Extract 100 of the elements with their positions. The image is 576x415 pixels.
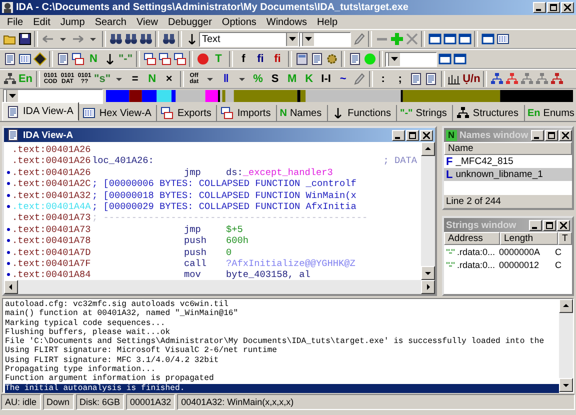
collapsed-function-text: ; [00000029 BYTES: COLLAPSED FUNCTION AfxInitia <box>92 200 358 212</box>
column-header[interactable]: T <box>558 232 572 245</box>
minimize-button[interactable] <box>529 220 542 230</box>
scroll-right-button[interactable] <box>421 280 435 294</box>
minimize-button[interactable] <box>392 130 405 140</box>
address-text: .text:00401A4A <box>12 200 92 212</box>
maximize-icon <box>550 4 557 11</box>
toolbar-glyph-button[interactable]: × <box>160 70 178 88</box>
tab[interactable]: En Enums <box>524 105 576 121</box>
arrow-right-icon <box>424 283 432 291</box>
menu-item[interactable]: Help <box>312 16 343 28</box>
tab-glyph-icon: N <box>280 108 287 118</box>
menu-item[interactable]: Search <box>90 16 132 28</box>
toolbar-dropdown[interactable]: Text <box>199 32 299 46</box>
table-cell: C <box>555 260 562 270</box>
toolbar-glyph-button[interactable]: : <box>374 70 392 88</box>
type-letter: F <box>446 156 453 168</box>
column-header[interactable]: Address <box>444 232 500 245</box>
window-icon <box>458 32 472 46</box>
navigation-band-drawing[interactable] <box>106 90 573 102</box>
menu-item[interactable]: Windows <box>261 16 312 28</box>
toolbar-glyph-button[interactable]: f <box>235 50 252 68</box>
address-text: .text:00401A73 <box>12 212 92 224</box>
mnemonic-text: push <box>184 246 208 258</box>
maximize-icon <box>548 132 556 138</box>
address-text: .text:00401A26 <box>12 166 92 178</box>
binoculars-icon <box>108 32 122 46</box>
maximize-icon <box>409 132 416 138</box>
line-count-text: Line 2 of 244 <box>445 195 502 208</box>
maximize-button[interactable] <box>545 130 558 140</box>
scroll-up-button[interactable] <box>559 299 573 313</box>
grid-icon <box>82 106 96 120</box>
toolbar-glyph-button[interactable]: fi <box>252 50 269 68</box>
vertical-scrollbar[interactable] <box>559 299 573 392</box>
table-cell-text: 00000012 <box>498 260 540 270</box>
table-cell: .rdata:0... <box>457 246 495 256</box>
tab[interactable]: Hex View-A <box>79 105 158 121</box>
document-icon <box>310 52 324 66</box>
toolbar-glyph-button[interactable]: ~ <box>334 70 352 88</box>
toolbar-glyph-button[interactable]: = <box>126 70 144 88</box>
window-title: Strings window <box>446 220 518 230</box>
tab[interactable]: "-" Strings <box>396 105 453 121</box>
tab[interactable]: IDA View-A <box>2 102 80 121</box>
toolbar-glyph-button[interactable]: S <box>266 70 284 88</box>
toolbar-glyph-button[interactable]: fi <box>269 50 286 68</box>
tab[interactable]: Functions <box>328 105 397 121</box>
minimize-button[interactable] <box>531 130 544 140</box>
toolbar-glyph-button[interactable]: ; <box>392 70 409 88</box>
log-line: Function argument information is propagated <box>5 374 215 384</box>
close-button[interactable] <box>420 130 433 140</box>
tab[interactable]: Exports <box>157 105 218 121</box>
close-button[interactable] <box>557 220 570 230</box>
tab[interactable]: Structures <box>452 105 524 121</box>
operand-text: byte_403158, al <box>226 269 310 280</box>
maximize-button[interactable] <box>547 2 560 13</box>
stacked-windows-icon <box>172 52 186 66</box>
grid-icon <box>496 32 510 46</box>
address-text: .text:00401A78 <box>12 235 92 247</box>
toolbar-glyph-button[interactable]: ‖ <box>218 70 235 88</box>
column-header[interactable]: Length <box>500 232 558 245</box>
address-text: .text:00401A73 <box>12 224 92 236</box>
close-button[interactable] <box>559 130 572 140</box>
toolbar-dropdown[interactable] <box>385 52 437 66</box>
name-text: _MFC42_815 <box>456 156 514 167</box>
operand-text: 600h <box>226 235 249 247</box>
menu-item[interactable]: Jump <box>55 16 90 28</box>
separator-comment: ; ----------------------------------------------- <box>92 212 369 224</box>
menu-item[interactable]: File <box>2 16 28 28</box>
name-row[interactable]: F _MFC42_815 <box>444 155 572 168</box>
menu-item[interactable]: Edit <box>28 16 56 28</box>
window-title: Names window <box>460 130 528 140</box>
menu-item[interactable]: View <box>132 16 163 28</box>
scroll-down-button[interactable] <box>559 378 573 392</box>
collapsed-function-text: ; [00000018 BYTES: COLLAPSED FUNCTION WinMain(x <box>92 190 358 201</box>
scroll-left-button[interactable] <box>4 280 18 294</box>
menu-item[interactable]: Debugger <box>163 16 217 28</box>
toolbar-dropdown[interactable] <box>299 32 351 46</box>
close-icon <box>560 222 567 228</box>
tab[interactable]: Imports <box>217 105 277 121</box>
status-field: 00401A32: WinMain(x,x,x,x) <box>177 394 575 410</box>
log-line: Flushing buffers, please wait...ok <box>5 328 172 337</box>
address-text: .text:00401A32 <box>12 190 92 201</box>
minimize-button[interactable] <box>533 2 546 13</box>
mnemonic-text: mov <box>184 269 202 280</box>
arrow-down-icon <box>424 269 432 277</box>
menu-item[interactable]: Options <box>216 16 262 28</box>
maximize-button[interactable] <box>406 130 419 140</box>
name-row[interactable]: L unknown_libname_1 <box>444 168 572 181</box>
column-header[interactable]: Name <box>444 142 572 155</box>
vertical-scrollbar[interactable] <box>421 142 435 280</box>
maximize-button[interactable] <box>543 220 556 230</box>
horizontal-scrollbar[interactable] <box>4 280 435 294</box>
toolbar-glyph-button[interactable]: I-I <box>318 70 335 88</box>
scroll-up-button[interactable] <box>421 142 435 156</box>
tab[interactable]: N Names <box>276 105 328 121</box>
document-icon <box>2 52 16 66</box>
scroll-down-button[interactable] <box>421 266 435 280</box>
close-button[interactable] <box>561 2 574 13</box>
toolbar-glyph-button[interactable]: Ụ/n <box>462 70 482 88</box>
address-text: .text:00401A84 <box>12 269 92 280</box>
